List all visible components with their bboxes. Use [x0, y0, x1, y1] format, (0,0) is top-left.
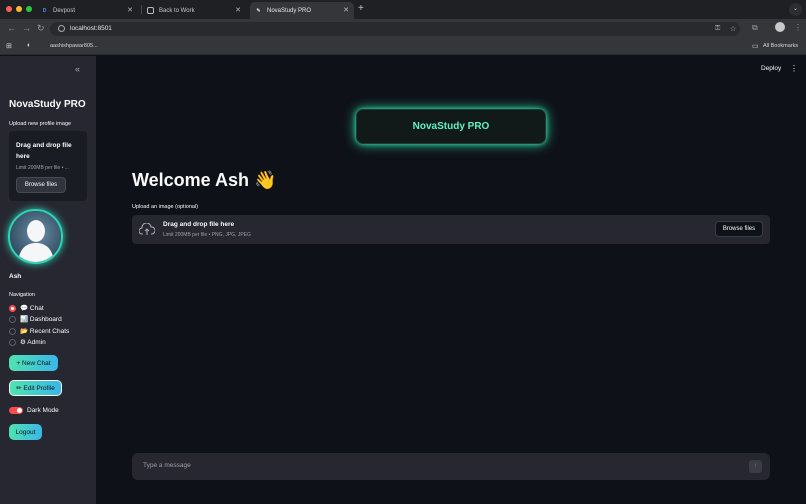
- bookmark-link[interactable]: aashishpawar805...: [50, 43, 98, 49]
- profile-image-dropzone[interactable]: Drag and drop file here Limit 200MB per …: [9, 131, 87, 201]
- chat-input-placeholder: Type a message: [143, 462, 191, 469]
- bookmark-star-icon[interactable]: ☆: [730, 25, 736, 33]
- image-upload-label: Upload an image (optional): [132, 204, 199, 210]
- user-silhouette-icon: [10, 211, 61, 262]
- radio-icon[interactable]: [9, 338, 16, 346]
- close-tab-icon[interactable]: ✕: [127, 6, 133, 14]
- novastudy-favicon-icon: ✎: [256, 7, 261, 14]
- nav-option-label: 💬 Chat: [20, 305, 44, 312]
- nav-option-label: 📊 Dashboard: [20, 316, 62, 323]
- all-bookmarks-link[interactable]: All Bookmarks: [763, 43, 798, 49]
- sidebar-title: NovaStudy PRO: [9, 99, 86, 110]
- close-window-button[interactable]: [6, 6, 12, 12]
- maximize-window-button[interactable]: [26, 6, 32, 12]
- extensions-icon[interactable]: ⧉: [752, 23, 758, 33]
- browser-tab-novastudy[interactable]: ✎ NovaStudy PRO ✕: [250, 2, 354, 19]
- radio-selected-icon[interactable]: [9, 304, 16, 312]
- dropzone-hint: Limit 200MB per file • PNG, JPG, JPEG: [163, 232, 251, 238]
- logout-button[interactable]: Logout: [9, 424, 42, 440]
- radio-icon[interactable]: [9, 315, 16, 323]
- site-info-icon[interactable]: [58, 25, 65, 32]
- nav-option-recent-chats[interactable]: 📂 Recent Chats: [9, 327, 69, 335]
- browser-tab-back-to-work[interactable]: Back to Work ✕: [142, 2, 246, 19]
- bookmark-favicon-icon: ◐: [27, 42, 32, 49]
- browser-tab-bar: D Devpost ✕ Back to Work ✕ ✎ NovaStudy P…: [0, 0, 806, 19]
- profile-upload-label: Upload new profile image: [9, 121, 72, 127]
- browser-menu-icon[interactable]: ⋮: [794, 23, 802, 32]
- dark-mode-label: Dark Mode: [27, 407, 59, 414]
- username: Ash: [9, 273, 22, 280]
- folder-icon: ▭: [752, 43, 759, 50]
- dropzone-hint: Limit 200MB per file • ...: [16, 165, 69, 171]
- profile-avatar-icon[interactable]: [775, 22, 785, 32]
- cloud-upload-icon: [139, 223, 155, 235]
- edit-profile-button[interactable]: ✏ Edit Profile: [9, 380, 62, 396]
- new-chat-button[interactable]: + New Chat: [9, 355, 58, 371]
- radio-icon[interactable]: [9, 327, 16, 335]
- url-text: localhost:8501: [70, 25, 112, 32]
- main-menu-icon[interactable]: ⋮: [790, 64, 798, 73]
- nav-option-chat[interactable]: 💬 Chat: [9, 304, 44, 312]
- tab-label: Back to Work: [159, 7, 195, 14]
- navigation-label: Navigation: [9, 292, 35, 298]
- browse-files-button[interactable]: Browse files: [16, 177, 66, 193]
- image-dropzone[interactable]: Drag and drop file here Limit 200MB per …: [132, 215, 770, 244]
- close-tab-icon[interactable]: ✕: [235, 6, 241, 14]
- tab-label: NovaStudy PRO: [267, 7, 312, 14]
- apps-grid-icon[interactable]: ⊞: [6, 42, 12, 50]
- password-key-icon[interactable]: ⚿: [715, 25, 720, 33]
- back-icon[interactable]: ←: [7, 23, 16, 33]
- minimize-window-button[interactable]: [16, 6, 22, 12]
- back-to-work-favicon-icon: [147, 7, 154, 14]
- nav-option-dashboard[interactable]: 📊 Dashboard: [9, 315, 62, 323]
- dropzone-text: Drag and drop file here: [16, 142, 72, 160]
- tab-label: Devpost: [53, 7, 76, 14]
- dark-mode-toggle[interactable]: [9, 407, 23, 414]
- send-icon[interactable]: ↑: [749, 460, 762, 473]
- toggle-knob: [17, 408, 22, 413]
- url-input[interactable]: localhost:8501 ⚿ ☆: [50, 22, 740, 36]
- nav-option-admin[interactable]: ⚙ Admin: [9, 338, 46, 346]
- address-bar-row: ← → ↻ localhost:8501 ⚿ ☆ ⧉ ⋮: [0, 19, 806, 39]
- main-content: Deploy ⋮ NovaStudy PRO Welcome Ash 👋 Upl…: [96, 56, 806, 504]
- reload-icon[interactable]: ↻: [37, 23, 45, 34]
- browse-files-button[interactable]: Browse files: [715, 221, 763, 237]
- nav-option-label: ⚙ Admin: [20, 339, 46, 346]
- nav-option-label: 📂 Recent Chats: [20, 328, 70, 335]
- bookmarks-bar: ⊞ ◐ aashishpawar805... ▭ All Bookmarks: [0, 39, 806, 55]
- chat-input[interactable]: Type a message ↑: [132, 453, 770, 480]
- app-hero-banner: NovaStudy PRO: [356, 109, 546, 144]
- collapse-sidebar-icon[interactable]: «: [75, 64, 80, 74]
- forward-icon[interactable]: →: [22, 23, 31, 33]
- dropzone-text: Drag and drop file here: [163, 221, 235, 228]
- tab-search-icon[interactable]: ⌄: [789, 3, 802, 16]
- deploy-button[interactable]: Deploy: [761, 65, 781, 72]
- avatar: [8, 209, 63, 264]
- close-tab-icon[interactable]: ✕: [343, 6, 349, 14]
- browser-tab-devpost[interactable]: D Devpost ✕: [36, 2, 138, 19]
- new-tab-button[interactable]: +: [358, 3, 364, 14]
- devpost-favicon-icon: D: [41, 7, 48, 14]
- page-title: Welcome Ash 👋: [132, 170, 277, 190]
- sidebar: « NovaStudy PRO Upload new profile image…: [0, 56, 96, 504]
